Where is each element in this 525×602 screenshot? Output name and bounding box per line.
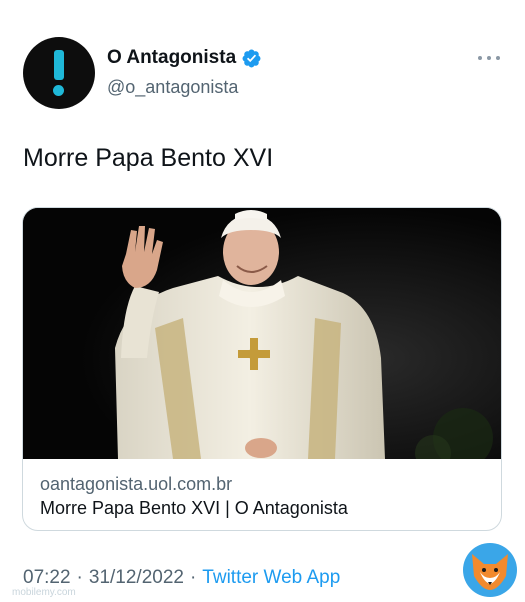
author-name-row: O Antagonista [107,47,262,69]
tweet-metadata: 07:22 · 31/12/2022 · Twitter Web App [23,567,340,589]
avatar[interactable] [23,37,95,109]
card-image [23,208,501,459]
tweet-time[interactable]: 07:22 [23,567,71,589]
tweet: O Antagonista @o_antagonista Morre Papa … [0,0,525,602]
handle[interactable]: @o_antagonista [107,77,238,98]
tweet-text: Morre Papa Bento XVI [23,144,274,172]
watermark-text: mobilemy.com [12,587,76,598]
card-title: Morre Papa Bento XVI | O Antagonista [40,498,348,518]
meta-separator: · [76,567,83,588]
exclamation-icon [53,50,65,96]
link-card[interactable]: oantagonista.uol.com.br Morre Papa Bento… [22,207,502,531]
more-options-icon[interactable] [478,52,500,64]
pope-waving-photo [23,208,501,459]
tweet-date[interactable]: 31/12/2022 [89,567,184,589]
verified-badge-icon [242,49,261,67]
meta-separator: · [189,567,197,588]
display-name[interactable]: O Antagonista [107,47,236,69]
fox-logo-icon [463,543,517,597]
card-domain: oantagonista.uol.com.br [40,474,233,494]
tweet-source-link[interactable]: Twitter Web App [202,567,340,589]
